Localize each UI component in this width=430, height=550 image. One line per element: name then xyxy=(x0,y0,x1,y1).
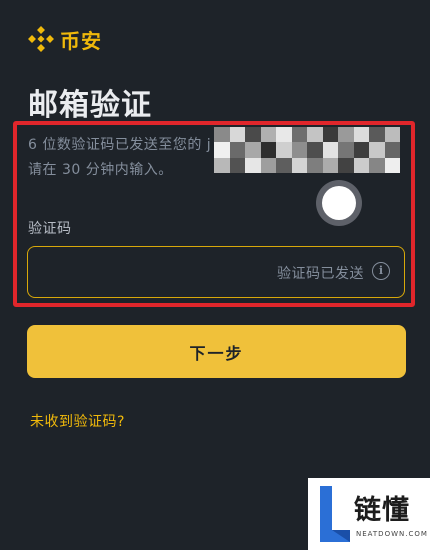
watermark: 链懂 NEATDOWN.COM xyxy=(308,478,430,550)
next-step-button[interactable]: 下一步 xyxy=(27,325,406,378)
brand-name: 币安 xyxy=(60,28,102,53)
watermark-subtext: NEATDOWN.COM xyxy=(356,530,428,538)
watermark-text: 链懂 xyxy=(354,495,410,526)
page-title: 邮箱验证 xyxy=(28,88,152,123)
watermark-logo-icon xyxy=(316,484,352,544)
highlight-annotation-box xyxy=(13,121,415,307)
resend-code-link[interactable]: 未收到验证码? xyxy=(30,411,125,431)
app-header: 币安 xyxy=(28,24,102,54)
binance-logo-icon xyxy=(28,26,54,52)
